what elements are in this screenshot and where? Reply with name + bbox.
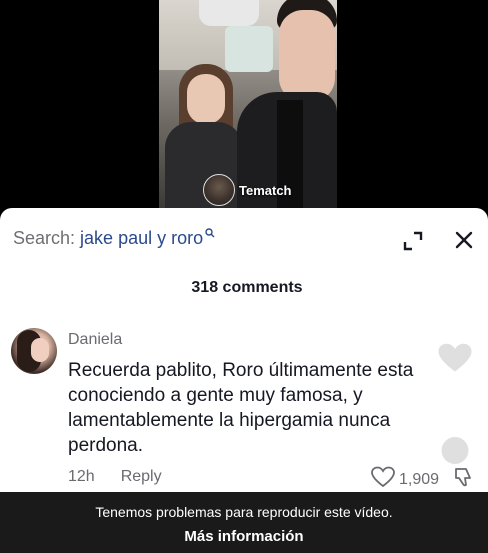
playback-error-message: Tenemos problemas para reproducir este v…: [95, 504, 393, 520]
comment-time: 12h: [68, 468, 95, 485]
comment-meta: 12h Reply: [68, 468, 162, 486]
search-suggestion[interactable]: Search: jake paul y roro: [13, 228, 215, 249]
avatar[interactable]: [11, 328, 57, 374]
ghost-heart-icon: [437, 340, 473, 376]
comment-username[interactable]: Daniela: [68, 331, 122, 349]
app-frame: Tematch Search: jake paul y roro 318 com…: [0, 0, 488, 553]
playback-error-banner: Tenemos problemas para reproducir este v…: [0, 492, 488, 553]
comment-text: Recuerda pablito, Roro últimamente esta …: [68, 360, 414, 456]
search-icon: [205, 228, 215, 241]
more-info-link[interactable]: Más información: [0, 528, 488, 545]
search-prefix: Search:: [13, 228, 76, 248]
like-count: 1,909: [399, 470, 440, 488]
reply-button[interactable]: Reply: [121, 468, 162, 486]
video-watermark: Tematch: [203, 174, 292, 206]
watermark-avatar: [203, 174, 235, 206]
comment-item: Daniela Recuerda pablito, Roro últimamen…: [0, 324, 488, 504]
video-player[interactable]: Tematch: [159, 0, 337, 212]
like-button[interactable]: 1,909: [371, 466, 439, 493]
ghost-comment-icon: [437, 434, 473, 470]
comments-count-title: 318 comments: [191, 279, 303, 296]
search-query-link[interactable]: jake paul y roro: [80, 228, 203, 249]
heart-icon[interactable]: [371, 466, 395, 493]
watermark-label: Tematch: [239, 182, 292, 198]
expand-icon[interactable]: [402, 230, 424, 252]
close-icon[interactable]: [452, 228, 476, 252]
